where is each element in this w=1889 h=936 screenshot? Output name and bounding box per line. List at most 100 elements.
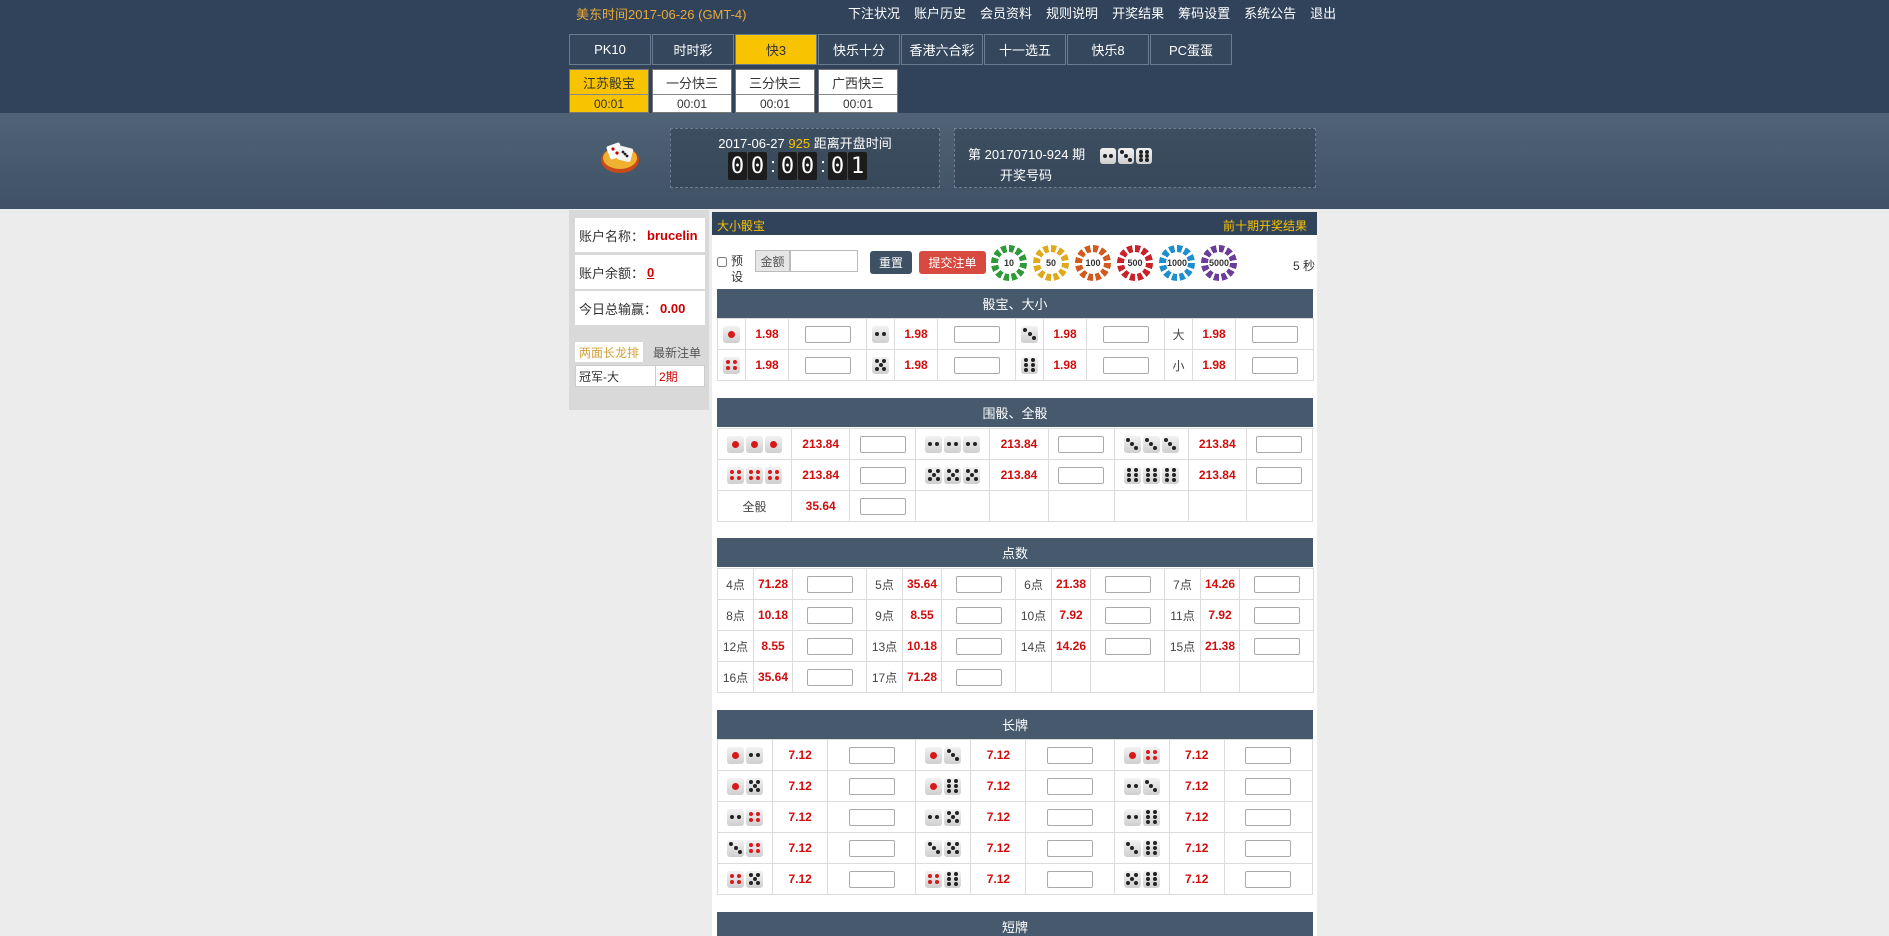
die-pip xyxy=(732,359,737,364)
bet-amount-cell xyxy=(1245,428,1314,460)
recent-results-link[interactable]: 前十期开奖结果 xyxy=(1223,217,1307,234)
amount-input[interactable] xyxy=(790,250,858,272)
submit-button[interactable]: 提交注单 xyxy=(919,251,986,274)
bet-amount-input[interactable] xyxy=(806,575,853,593)
bet-amount-input[interactable] xyxy=(806,668,853,686)
bet-amount-input[interactable] xyxy=(848,808,895,826)
link-announcements[interactable]: 系统公告 xyxy=(1244,3,1296,22)
link-bet-status[interactable]: 下注状况 xyxy=(848,3,900,22)
bet-amount-input[interactable] xyxy=(848,839,895,857)
bet-amount-input[interactable] xyxy=(1245,870,1292,888)
account-name-label: 账户名称： xyxy=(579,228,645,244)
bet-amount-input[interactable] xyxy=(1253,575,1300,593)
tab-5[interactable]: 十一选五 xyxy=(984,34,1066,65)
bet-amount-input[interactable] xyxy=(1104,637,1151,655)
bet-amount-input[interactable] xyxy=(1251,356,1298,374)
die-face-5-icon xyxy=(944,466,962,484)
subtab-1[interactable]: 一分快三 00:01 xyxy=(652,69,732,113)
bet-amount-input[interactable] xyxy=(848,870,895,888)
bet-amount-input[interactable] xyxy=(955,668,1002,686)
table-row: 7.12 7.12 7.12 xyxy=(716,739,1314,771)
bet-amount-input[interactable] xyxy=(1058,466,1105,484)
bet-amount-input[interactable] xyxy=(1251,325,1298,343)
bet-amount-cell xyxy=(1047,428,1115,460)
bet-amount-cell xyxy=(941,568,1016,600)
bet-amount-input[interactable] xyxy=(1245,746,1292,764)
die-face-2-icon xyxy=(944,435,962,453)
subtab-timer: 00:01 xyxy=(842,96,874,111)
odds-cell: 7.12 xyxy=(772,770,829,802)
die-face-6-icon xyxy=(1142,870,1160,888)
bet-amount-input[interactable] xyxy=(1047,808,1094,826)
bet-amount-input[interactable] xyxy=(1047,870,1094,888)
subtab-0[interactable]: 江苏骰宝 00:01 xyxy=(569,69,649,113)
chip-group: 10 50 100 500 1000 5000 xyxy=(991,245,1237,281)
bet-amount-input[interactable] xyxy=(859,435,906,453)
bet-amount-input[interactable] xyxy=(1047,777,1094,795)
bet-amount-input[interactable] xyxy=(859,497,906,515)
bet-amount-input[interactable] xyxy=(1058,435,1105,453)
bet-amount-input[interactable] xyxy=(859,466,906,484)
chip-100-button[interactable]: 100 xyxy=(1075,245,1111,281)
bet-amount-cell xyxy=(788,349,867,381)
link-chip-settings[interactable]: 筹码设置 xyxy=(1178,3,1230,22)
bet-amount-input[interactable] xyxy=(1253,606,1300,624)
die-pip xyxy=(954,784,959,788)
bet-amount-input[interactable] xyxy=(806,606,853,624)
bet-amount-input[interactable] xyxy=(955,637,1002,655)
bet-amount-input[interactable] xyxy=(848,777,895,795)
account-balance[interactable]: 0 xyxy=(647,265,654,280)
tab-latest-bets[interactable]: 最新注单 xyxy=(643,342,711,362)
bet-amount-input[interactable] xyxy=(848,746,895,764)
bet-amount-input[interactable] xyxy=(1102,356,1149,374)
bet-amount-input[interactable] xyxy=(955,606,1002,624)
bet-amount-input[interactable] xyxy=(1104,575,1151,593)
link-rules[interactable]: 规则说明 xyxy=(1046,3,1098,22)
tab-2[interactable]: 快3 xyxy=(735,34,817,65)
account-profit-label: 今日总输赢： xyxy=(579,301,658,317)
link-account-history[interactable]: 账户历史 xyxy=(914,3,966,22)
bet-amount-input[interactable] xyxy=(953,356,1000,374)
tab-1[interactable]: 时时彩 xyxy=(652,34,734,65)
chip-500-button[interactable]: 500 xyxy=(1117,245,1153,281)
bet-amount-input[interactable] xyxy=(804,356,851,374)
subtab-3[interactable]: 广西快三 00:01 xyxy=(818,69,898,113)
tab-long-dragon[interactable]: 两面长龙排 xyxy=(575,342,643,362)
chip-50-button[interactable]: 50 xyxy=(1033,245,1069,281)
bet-amount-input[interactable] xyxy=(1047,746,1094,764)
bet-amount-input[interactable] xyxy=(1245,808,1292,826)
bet-amount-input[interactable] xyxy=(1104,606,1151,624)
die-face-4-icon xyxy=(723,356,740,374)
tab-6[interactable]: 快乐8 xyxy=(1067,34,1149,65)
tab-0[interactable]: PK10 xyxy=(569,34,651,65)
bet-amount-input[interactable] xyxy=(1245,777,1292,795)
preset-checkbox[interactable] xyxy=(717,257,727,267)
subtab-2[interactable]: 三分快三 00:01 xyxy=(735,69,815,113)
bet-amount-input[interactable] xyxy=(804,325,851,343)
bet-amount-input[interactable] xyxy=(1245,839,1292,857)
dice-cell xyxy=(716,770,774,802)
bet-amount-input[interactable] xyxy=(955,575,1002,593)
link-results[interactable]: 开奖结果 xyxy=(1112,3,1164,22)
odds-cell: 14.26 xyxy=(1200,568,1240,600)
bet-amount-input[interactable] xyxy=(1256,435,1303,453)
reset-button[interactable]: 重置 xyxy=(870,251,912,274)
die-face-4-icon xyxy=(1142,746,1160,764)
tab-4[interactable]: 香港六合彩 xyxy=(901,34,983,65)
bet-amount-input[interactable] xyxy=(1102,325,1149,343)
bet-amount-input[interactable] xyxy=(953,325,1000,343)
die-pip xyxy=(947,872,952,877)
odds-cell: 1.98 xyxy=(745,349,789,381)
bet-amount-input[interactable] xyxy=(1253,637,1300,655)
chip-10-button[interactable]: 10 xyxy=(991,245,1027,281)
tab-7[interactable]: PC蛋蛋 xyxy=(1150,34,1232,65)
chip-1000-button[interactable]: 1000 xyxy=(1159,245,1195,281)
link-logout[interactable]: 退出 xyxy=(1310,3,1336,22)
bet-amount-input[interactable] xyxy=(806,637,853,655)
chip-5000-button[interactable]: 5000 xyxy=(1201,245,1237,281)
empty-cell xyxy=(1113,490,1189,522)
bet-amount-input[interactable] xyxy=(1256,466,1303,484)
link-member-info[interactable]: 会员资料 xyxy=(980,3,1032,22)
bet-amount-input[interactable] xyxy=(1047,839,1094,857)
tab-3[interactable]: 快乐十分 xyxy=(818,34,900,65)
